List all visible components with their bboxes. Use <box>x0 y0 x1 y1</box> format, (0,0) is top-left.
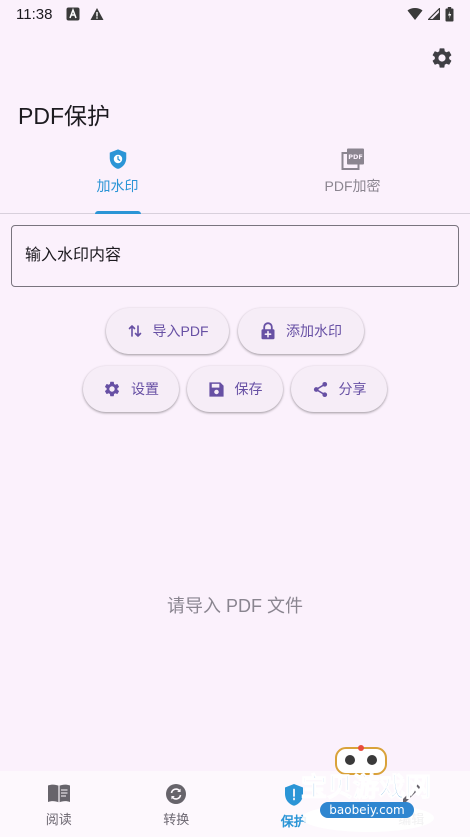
nav-label-protect: 保护 <box>280 814 307 829</box>
tab-bar: 加水印 PDF PDF加密 <box>0 140 470 214</box>
battery-icon <box>445 6 454 21</box>
tab-add-watermark[interactable]: 加水印 <box>0 140 235 214</box>
notification-a-icon <box>66 7 80 21</box>
import-pdf-label: 导入PDF <box>152 323 209 339</box>
status-time: 11:38 <box>16 5 53 23</box>
tab-pdf-encrypt-label: PDF加密 <box>324 178 381 194</box>
shield-clock-icon <box>109 149 126 169</box>
tab-indicator <box>94 211 141 214</box>
warning-icon <box>90 8 104 20</box>
tab-pdf-encrypt[interactable]: PDF PDF加密 <box>235 140 470 213</box>
convert-icon <box>166 784 187 804</box>
tab-add-watermark-label: 加水印 <box>96 178 139 194</box>
settings-label: 设置 <box>131 381 159 397</box>
save-label: 保存 <box>234 381 263 397</box>
watermark-text-input[interactable] <box>11 225 459 287</box>
add-watermark-button[interactable]: 添加水印 <box>238 308 364 354</box>
settings-button[interactable] <box>428 44 456 72</box>
add-watermark-label: 添加水印 <box>286 323 342 339</box>
gear-icon <box>104 381 120 397</box>
status-right <box>407 6 454 22</box>
nav-item-edit[interactable]: 编辑 <box>353 771 470 837</box>
status-bar: 11:38 <box>0 0 470 28</box>
share-label: 分享 <box>338 381 367 397</box>
nav-item-read[interactable]: 阅读 <box>0 771 118 837</box>
signal-icon <box>428 8 440 20</box>
import-pdf-button[interactable]: 导入PDF <box>106 308 229 354</box>
shield-icon <box>284 784 303 806</box>
nav-label-edit: 编辑 <box>398 812 425 827</box>
share-button[interactable]: 分享 <box>291 366 387 412</box>
lock-add-icon <box>261 322 275 340</box>
nav-item-convert[interactable]: 转换 <box>118 771 236 837</box>
save-icon <box>208 381 224 397</box>
share-icon <box>313 381 327 397</box>
bottom-navigation: 阅读 转换 保护 编辑 <box>0 771 470 837</box>
book-icon <box>47 784 70 803</box>
empty-state-hint: 请导入 PDF 文件 <box>166 596 303 616</box>
pdf-stack-icon: PDF <box>341 148 364 170</box>
wifi-icon <box>407 8 423 20</box>
nav-item-protect[interactable]: 保护 <box>235 771 353 837</box>
svg-text:PDF: PDF <box>348 153 363 161</box>
edit-icon <box>403 784 421 802</box>
nav-label-convert: 转换 <box>163 812 190 827</box>
watermark-settings-button[interactable]: 设置 <box>83 366 179 412</box>
gear-icon <box>432 48 452 68</box>
swap-vertical-icon <box>128 325 141 337</box>
page-title: PDF保护 <box>18 103 110 129</box>
nav-label-read: 阅读 <box>45 812 72 827</box>
save-button[interactable]: 保存 <box>187 366 283 412</box>
